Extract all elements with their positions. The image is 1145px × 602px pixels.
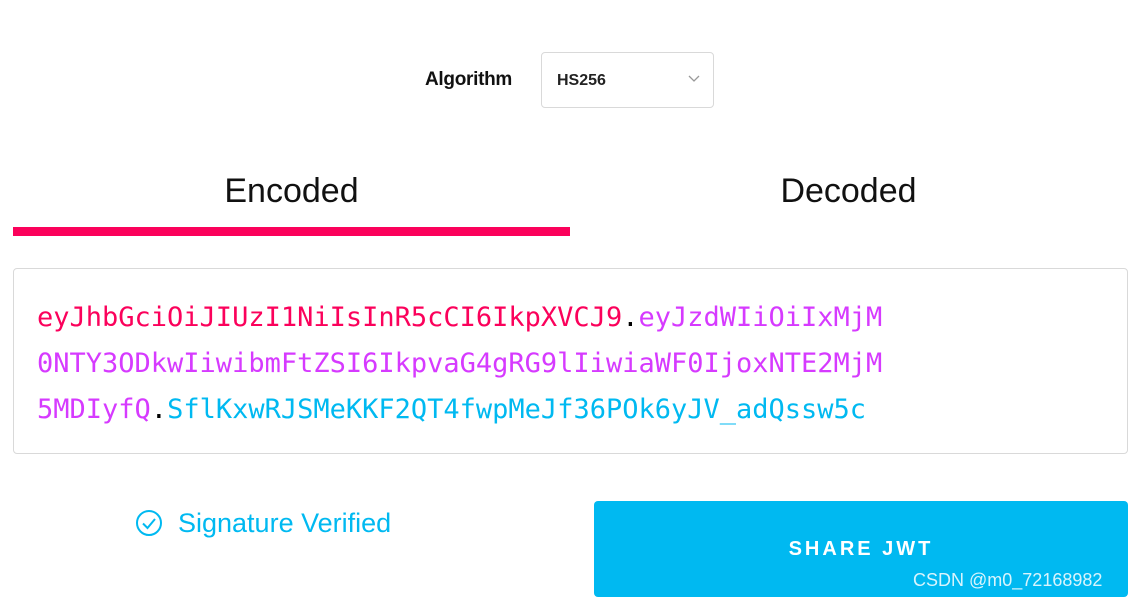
check-circle-icon [136,510,162,536]
algorithm-selected-value: HS256 [557,72,606,89]
token-dot: . [150,394,168,425]
tab-encoded[interactable]: Encoded [13,172,570,216]
token-dot: . [622,302,639,333]
watermark: CSDN @m0_72168982 [913,570,1103,590]
algorithm-label: Algorithm [425,69,513,90]
token-header: eyJhbGciOiJIUzI1NiIsInR5cCI6IkpXVCJ9 [37,302,623,333]
signature-status-text: Signature Verified [178,507,392,538]
encoded-token[interactable]: eyJhbGciOiJIUzI1NiIsInR5cCI6IkpXVCJ9.eyJ… [37,295,1097,433]
algorithm-select[interactable]: HS256 [541,52,714,108]
token-payload-part-3: 5MDIyfQ [37,394,151,425]
token-payload-part-1: eyJzdWIiOiIxMjM [638,302,883,333]
jwt-debugger: Algorithm HS256 Encoded Decoded eyJhbGci… [0,0,1145,602]
algorithm-row: Algorithm HS256 [0,52,1145,110]
signature-status: Signature Verified [135,505,391,541]
encoded-token-box[interactable]: eyJhbGciOiJIUzI1NiIsInR5cCI6IkpXVCJ9.eyJ… [13,268,1128,454]
token-signature: SflKxwRJSMeKKF2QT4fwpMeJf36POk6yJV_adQss… [167,394,867,425]
token-payload-part-2: 0NTY3ODkwIiwibmFtZSI6IkpvaG4gRG9lIiwiaWF… [37,348,883,379]
tab-decoded[interactable]: Decoded [570,172,1127,216]
active-tab-indicator [13,227,570,236]
chevron-down-icon [688,75,700,82]
